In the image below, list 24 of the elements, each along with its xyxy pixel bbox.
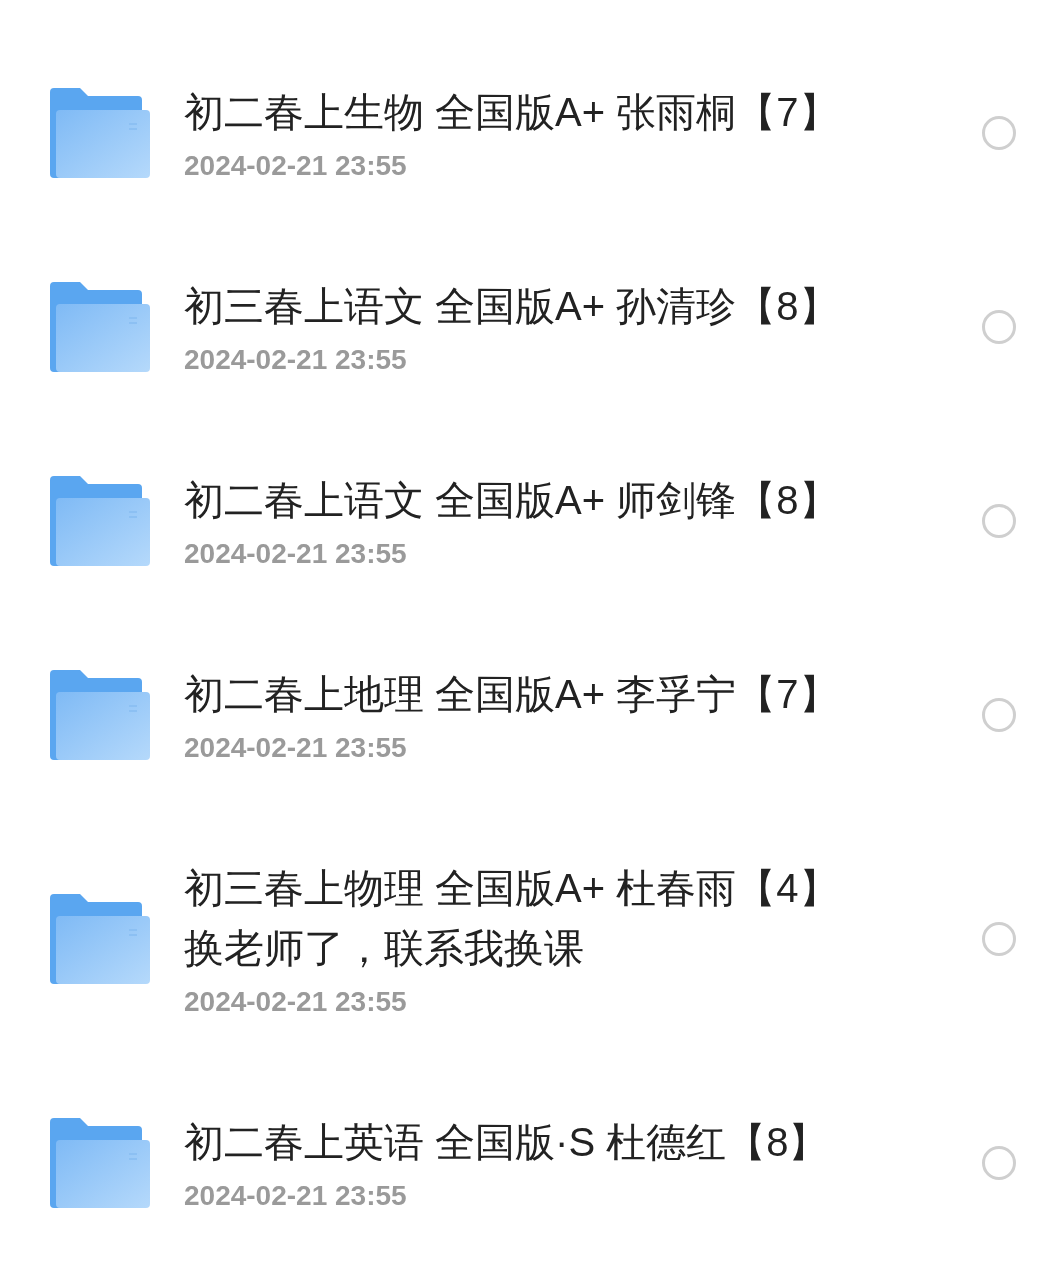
select-radio[interactable] — [982, 1146, 1016, 1180]
folder-icon — [50, 1118, 150, 1208]
folder-icon — [50, 282, 150, 372]
folder-icon — [50, 894, 150, 984]
folder-name: 初二春上生物 全国版A+ 张雨桐【7】 — [184, 89, 840, 136]
select-radio[interactable] — [982, 116, 1016, 150]
folder-name: 初二春上地理 全国版A+ 李孚宁【7】 — [184, 671, 840, 718]
folder-name: 初二春上英语 全国版·S 杜德红【8】 — [184, 1119, 830, 1166]
select-radio[interactable] — [982, 922, 1016, 956]
folder-icon — [50, 476, 150, 566]
folder-name: 初三春上语文 全国版A+ 孙清珍【8】 — [184, 283, 840, 330]
folder-icon — [50, 670, 150, 760]
modified-date: 2024-02-21 23:55 — [184, 1179, 408, 1213]
folder-icon — [50, 88, 150, 178]
folder-name: 初三春上物理 全国版A+ 杜春雨【4】换老师了，联系我换课 — [184, 865, 840, 972]
modified-date: 2024-02-21 23:55 — [184, 537, 408, 571]
folder-name: 初二春上语文 全国版A+ 师剑锋【8】 — [184, 477, 840, 524]
modified-date: 2024-02-21 23:55 — [184, 731, 408, 765]
modified-date: 2024-02-21 23:55 — [184, 985, 408, 1019]
select-radio[interactable] — [982, 698, 1016, 732]
modified-date: 2024-02-21 23:55 — [184, 149, 408, 183]
select-radio[interactable] — [982, 310, 1016, 344]
modified-date: 2024-02-21 23:55 — [184, 343, 408, 377]
select-radio[interactable] — [982, 504, 1016, 538]
